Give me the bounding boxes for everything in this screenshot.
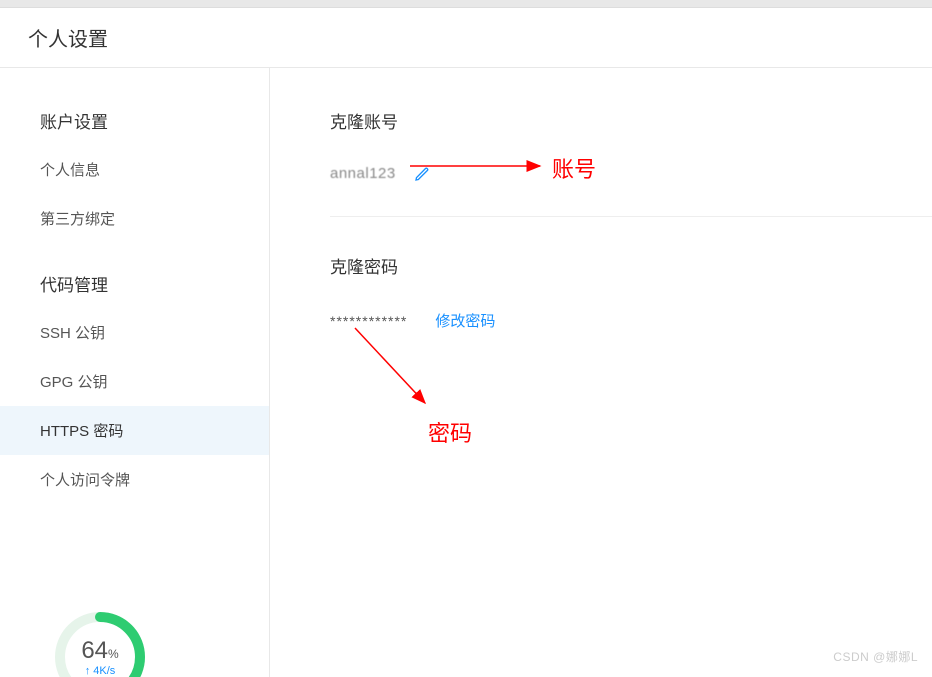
- page-title: 个人设置: [28, 23, 108, 52]
- sidebar-item-profile[interactable]: 个人信息: [0, 145, 269, 194]
- gauge-speed: ↑ 4K/s: [50, 665, 150, 677]
- clone-password-title: 克隆密码: [330, 253, 932, 278]
- gauge-percent: 64%: [50, 637, 150, 665]
- change-password-link[interactable]: 修改密码: [435, 310, 495, 331]
- clone-password-value: ************: [330, 313, 407, 329]
- page-header: 个人设置: [0, 8, 932, 68]
- sidebar-item-ssh[interactable]: SSH 公钥: [0, 308, 269, 357]
- clone-account-title: 克隆账号: [330, 108, 932, 133]
- main-content: 克隆账号 annal123 克隆密码 ************ 修改密码 账号 …: [270, 68, 932, 677]
- watermark: CSDN @娜娜L: [833, 648, 918, 665]
- sidebar-item-access-token[interactable]: 个人访问令牌: [0, 455, 269, 504]
- annotation-overlay: [270, 68, 930, 668]
- browser-chrome: [0, 0, 932, 8]
- pencil-icon[interactable]: [414, 166, 430, 182]
- speed-gauge: 64% ↑ 4K/s: [50, 607, 160, 677]
- sidebar-group-account: 账户设置: [0, 96, 269, 145]
- sidebar-group-code: 代码管理: [0, 259, 269, 308]
- annotation-account-label: 账号: [552, 152, 596, 184]
- annotation-password-label: 密码: [428, 416, 472, 448]
- sidebar-item-https-password[interactable]: HTTPS 密码: [0, 406, 269, 455]
- sidebar-item-gpg[interactable]: GPG 公钥: [0, 357, 269, 406]
- divider: [330, 216, 932, 217]
- sidebar: 账户设置 个人信息 第三方绑定 代码管理 SSH 公钥 GPG 公钥 HTTPS…: [0, 68, 270, 677]
- sidebar-item-thirdparty[interactable]: 第三方绑定: [0, 194, 269, 243]
- clone-account-value: annal123: [330, 165, 396, 182]
